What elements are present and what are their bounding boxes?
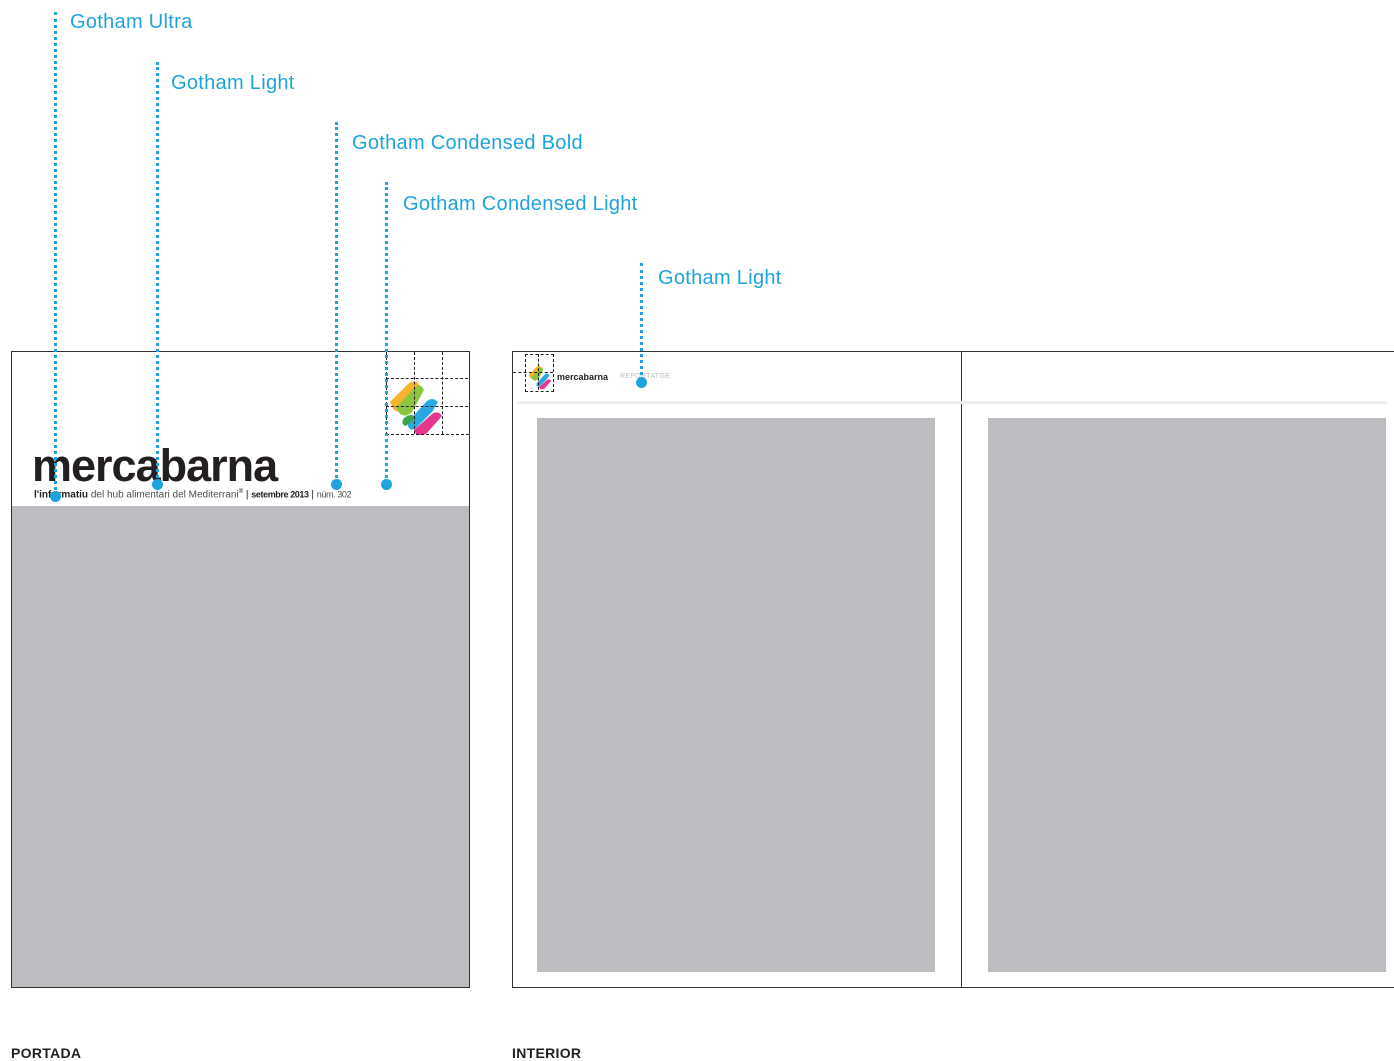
cover-subtitle: l'informatiu del hub alimentari del Medi… [34, 489, 352, 501]
leader-end-gotham-light-interior [636, 377, 647, 388]
cover-sub-bold: l'informatiu [34, 489, 89, 501]
leader-end-gotham-condensed-bold [331, 479, 342, 490]
leader-end-gotham-ultra [50, 491, 61, 502]
leader-gotham-ultra [54, 12, 57, 496]
annotation-gotham-light-interior: Gotham Light [658, 267, 782, 289]
logo-guide-box [386, 352, 469, 435]
cover-image-placeholder [12, 506, 469, 987]
logo-guide-h2 [386, 406, 468, 407]
interior-label: INTERIOR [512, 1045, 582, 1061]
interior-logo-guide [525, 354, 554, 392]
cover-issue: núm. 302 [316, 489, 352, 500]
portada-label: PORTADA [11, 1045, 82, 1061]
interior-logo-guide-h [513, 372, 553, 373]
cover-sub-sup: ® [238, 489, 244, 495]
annotation-gotham-condensed-bold: Gotham Condensed Bold [352, 132, 583, 154]
leader-gotham-condensed-light [385, 182, 388, 484]
interior-left-placeholder [537, 418, 935, 972]
annotation-gotham-light: Gotham Light [171, 72, 295, 94]
cover-date: setembre 2013 [251, 489, 309, 500]
annotation-gotham-condensed-light: Gotham Condensed Light [403, 193, 638, 215]
interior-logo-guide-v [538, 354, 539, 390]
cover-separator-2: | [311, 489, 315, 501]
header-rule [517, 401, 1387, 404]
leader-end-gotham-light [152, 479, 163, 490]
interior-right-placeholder [988, 418, 1386, 972]
leader-end-gotham-condensed-light [381, 479, 392, 490]
cover-page: mercabarna l'informatiu del hub alimenta… [11, 351, 470, 988]
cover-separator-1: | [245, 489, 249, 501]
cover-sub-light: del hub alimentari del Mediterrani [90, 489, 239, 501]
spread-gutter [961, 352, 962, 987]
logo-guide-v1 [414, 352, 415, 434]
logo-guide-v2 [442, 352, 443, 434]
logo-guide-h1 [386, 378, 468, 379]
leader-gotham-light-interior [640, 263, 643, 382]
leader-gotham-light [156, 62, 159, 484]
leader-gotham-condensed-bold [335, 122, 338, 484]
annotation-gotham-ultra: Gotham Ultra [70, 11, 193, 33]
interior-spread: mercabarna REPORTATGE [512, 351, 1394, 988]
interior-brand: mercabarna [557, 372, 609, 382]
